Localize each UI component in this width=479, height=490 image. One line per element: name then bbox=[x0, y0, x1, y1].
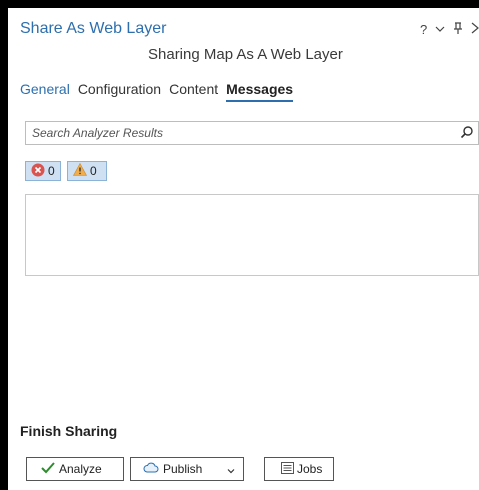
jobs-list-icon bbox=[281, 461, 294, 477]
checkmark-icon bbox=[41, 461, 55, 477]
pin-icon[interactable] bbox=[453, 22, 463, 37]
analyzer-results-list[interactable] bbox=[25, 194, 479, 276]
share-web-layer-pane: Share As Web Layer ? Sharing Map As A We… bbox=[8, 8, 479, 490]
help-button[interactable]: ? bbox=[420, 22, 427, 37]
errors-count: 0 bbox=[48, 164, 55, 178]
error-icon bbox=[31, 163, 45, 180]
tab-configuration[interactable]: Configuration bbox=[78, 81, 161, 97]
pane-controls: ? bbox=[420, 22, 479, 37]
warnings-filter-button[interactable]: 0 bbox=[67, 161, 107, 181]
cloud-icon bbox=[143, 462, 159, 476]
warning-icon bbox=[72, 162, 88, 179]
message-filters: 0 0 bbox=[25, 161, 107, 181]
close-icon[interactable] bbox=[471, 22, 479, 37]
tab-messages[interactable]: Messages bbox=[226, 81, 293, 102]
errors-filter-button[interactable]: 0 bbox=[25, 161, 61, 181]
jobs-label: Jobs bbox=[297, 462, 323, 476]
analyze-label: Analyze bbox=[59, 462, 102, 476]
publish-button[interactable]: Publish bbox=[130, 457, 244, 481]
pane-subtitle: Sharing Map As A Web Layer bbox=[148, 46, 343, 63]
analyzer-search-box bbox=[25, 121, 479, 145]
publish-label: Publish bbox=[163, 462, 203, 476]
options-dropdown-icon[interactable] bbox=[435, 22, 445, 37]
analyze-button[interactable]: Analyze bbox=[26, 457, 124, 481]
search-input[interactable] bbox=[26, 122, 458, 144]
tab-general[interactable]: General bbox=[20, 81, 70, 97]
finish-sharing-heading: Finish Sharing bbox=[20, 423, 118, 439]
tab-bar: General Configuration Content Messages bbox=[20, 81, 293, 102]
chevron-down-icon[interactable] bbox=[227, 464, 235, 478]
pane-title: Share As Web Layer bbox=[20, 20, 167, 37]
finish-actions: Analyze Publish Jobs bbox=[26, 457, 334, 481]
jobs-button[interactable]: Jobs bbox=[264, 457, 334, 481]
tab-content[interactable]: Content bbox=[169, 81, 218, 97]
search-icon[interactable] bbox=[460, 125, 474, 139]
warnings-count: 0 bbox=[90, 164, 97, 178]
